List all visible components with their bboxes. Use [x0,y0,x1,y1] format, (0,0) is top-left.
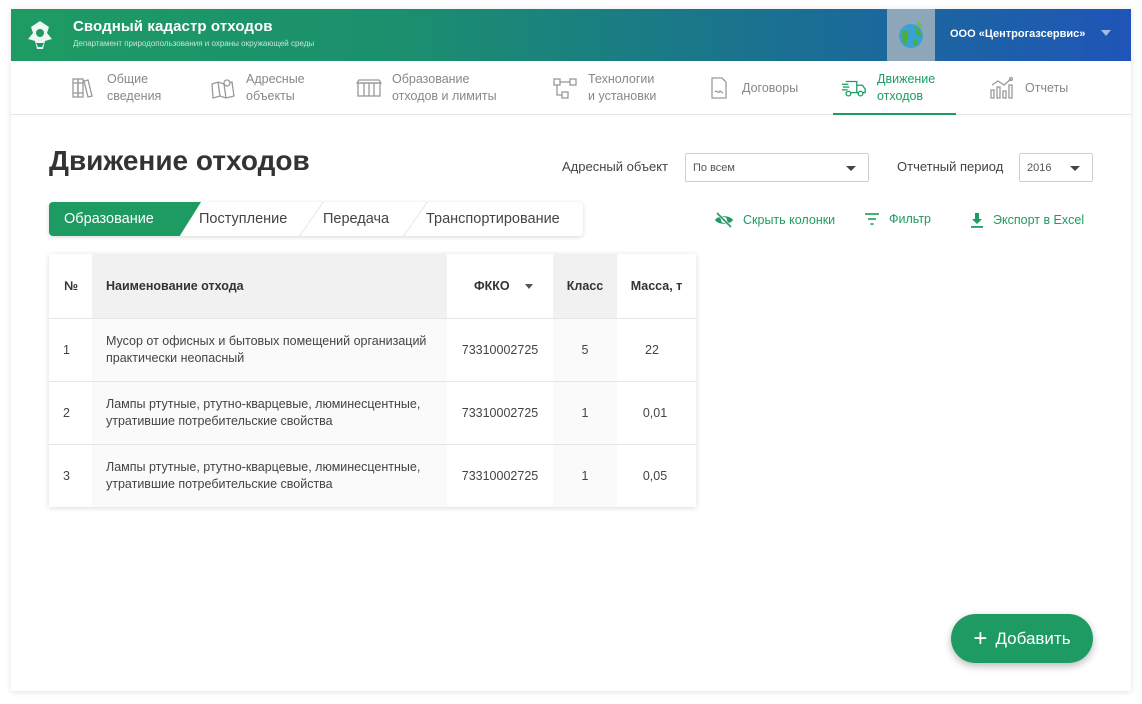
organization-name[interactable]: ООО «Центрогазсервис» [950,28,1085,40]
tab-generation[interactable]: Образование [49,202,201,236]
chart-icon [989,75,1015,101]
add-button-label: Добавить [995,628,1071,648]
address-select-value: По всем [693,161,735,174]
truck-icon [841,75,867,101]
app-header: Сводный кадастр отходов Департамент прир… [11,9,1131,61]
column-header-mass[interactable]: Масса, т [617,254,696,318]
sort-down-icon [524,283,533,289]
cell-fkko: 73310002725 [461,405,539,420]
nav-label: Адресные объекты [246,72,305,103]
books-icon [71,75,97,101]
period-filter-label: Отчетный период [897,159,1004,174]
movement-tabs: Образование Поступление Передача Транспо… [49,202,583,236]
column-header-fkko-label: ФККО [474,279,510,293]
column-header-num: № [64,279,78,293]
nav-label: Общие сведения [107,72,162,103]
filter-label: Фильтр [889,212,931,226]
hide-columns-label: Скрыть колонки [743,213,836,227]
hide-columns-button[interactable]: Скрыть колонки [714,212,835,228]
nav-label: Образование отходов и лимиты [392,72,497,103]
nav-label: Технологии и установки [588,72,657,103]
cell-class: 1 [553,445,617,507]
flow-icon [552,75,578,101]
period-select-value: 2016 [1027,161,1052,174]
globe-icon [899,22,923,48]
nav-label: Отчеты [1025,80,1069,95]
app-subtitle: Департамент природопользования и охраны … [73,39,315,48]
filter-icon [864,212,880,226]
cell-class: 5 [553,319,617,381]
section-nav: Общие сведения Адресные объекты Образова… [11,61,1131,115]
page-title: Движение отходов [49,145,310,176]
cell-mass: 0,05 [642,468,668,483]
cell-name: Лампы ртутные, ртутно-кварцевые, люминес… [92,445,447,507]
nav-item-waste-generation[interactable]: Образование отходов и лимиты [356,61,497,115]
cell-num: 2 [63,405,70,420]
nav-item-contracts[interactable]: Договоры [706,61,798,115]
tab-label: Транспортирование [426,211,560,227]
nav-label: Договоры [742,80,799,95]
tab-label: Поступление [199,211,288,227]
nav-item-addresses[interactable]: Адресные объекты [210,61,305,115]
app-window: Сводный кадастр отходов Департамент прир… [11,9,1131,691]
cell-name: Мусор от офисных и бытовых помещений орг… [92,319,447,381]
waste-table: № Наименование отхода ФККО Класс Масса, … [49,254,696,507]
cell-num: 3 [63,468,70,483]
tab-label: Передача [323,211,390,227]
cell-class: 1 [553,382,617,444]
nav-item-general[interactable]: Общие сведения [71,61,161,115]
cell-mass: 0,01 [642,405,668,420]
tab-transportation[interactable]: Транспортирование [426,202,576,236]
address-select[interactable]: По всем [685,153,869,182]
organization-avatar[interactable] [887,9,935,61]
period-select[interactable]: 2016 [1019,153,1093,182]
column-header-fkko[interactable]: ФККО [447,254,553,318]
nav-label: Движение отходов [877,72,936,103]
map-icon [210,75,236,101]
app-title: Сводный кадастр отходов [73,18,273,35]
download-icon [970,212,984,228]
cell-num: 1 [63,342,70,357]
column-header-name[interactable]: Наименование отхода [92,254,447,318]
chevron-down-icon [846,166,856,171]
filter-button[interactable]: Фильтр [864,212,931,226]
cell-fkko: 73310002725 [461,342,539,357]
nav-item-technologies[interactable]: Технологии и установки [552,61,656,115]
document-icon [706,75,732,101]
address-filter-label: Адресный объект [562,159,668,174]
cell-fkko: 73310002725 [461,468,539,483]
nav-item-reports[interactable]: Отчеты [989,61,1068,115]
container-icon [356,75,382,101]
eye-off-icon [714,212,734,228]
chevron-down-icon[interactable] [1101,30,1111,36]
plus-icon: + [973,624,988,652]
moscow-emblem-icon[interactable] [25,19,55,51]
tab-label: Образование [64,211,154,227]
tab-receipt[interactable]: Поступление [199,202,309,236]
export-excel-button[interactable]: Экспорт в Excel [970,212,1084,228]
cell-name: Лампы ртутные, ртутно-кварцевые, люминес… [92,382,447,444]
tab-transfer[interactable]: Передача [323,202,413,236]
table-row[interactable]: 2 Лампы ртутные, ртутно-кварцевые, люмин… [49,381,696,444]
column-header-class[interactable]: Класс [553,254,617,318]
table-row[interactable]: 3 Лампы ртутные, ртутно-кварцевые, люмин… [49,444,696,507]
cell-mass: 22 [645,342,659,357]
table-row[interactable]: 1 Мусор от офисных и бытовых помещений о… [49,318,696,381]
chevron-down-icon [1070,166,1080,171]
add-button[interactable]: + Добавить [951,614,1093,663]
nav-item-waste-movement[interactable]: Движение отходов [833,61,956,115]
export-label: Экспорт в Excel [993,213,1085,227]
